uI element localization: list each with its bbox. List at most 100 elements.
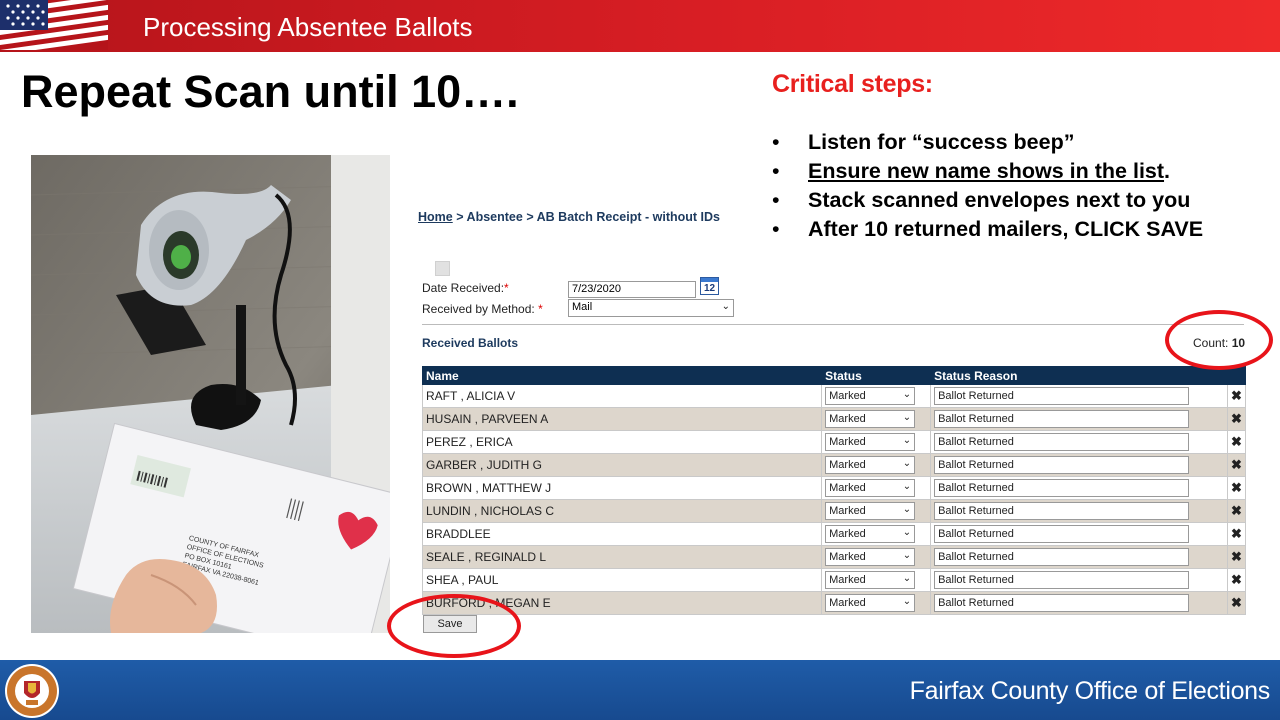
- table-row: GARBER , JUDITH G Marked ⌄ Ballot Returned ✖: [421, 453, 1247, 477]
- delete-row-icon[interactable]: ✖: [1226, 476, 1247, 500]
- status-reason-cell: Ballot Returned: [930, 476, 1228, 500]
- status-reason-input[interactable]: Ballot Returned: [934, 479, 1190, 497]
- voter-name-cell: HUSAIN , PARVEEN A: [421, 407, 823, 431]
- table-row: BURFORD , MEGAN E Marked ⌄ Ballot Returned ✖: [421, 591, 1247, 615]
- chevron-down-icon: ⌄: [902, 481, 912, 492]
- chevron-down-icon: ⌄: [721, 301, 730, 312]
- status-select[interactable]: Marked ⌄: [825, 502, 916, 520]
- table-row: LUNDIN , NICHOLAS C Marked ⌄ Ballot Returne…: [421, 499, 1247, 523]
- status-reason-input[interactable]: Ballot Returned: [934, 456, 1190, 474]
- voter-name-cell: BROWN , MATTHEW J: [421, 476, 823, 500]
- status-reason-input[interactable]: Ballot Returned: [934, 410, 1190, 428]
- status-cell: Marked ⌄: [821, 545, 932, 569]
- footer-org-name: Fairfax County Office of Elections: [909, 677, 1271, 705]
- status-select[interactable]: Marked ⌄: [825, 571, 916, 589]
- status-reason-cell: Ballot Returned: [930, 545, 1228, 569]
- count-highlight-circle: [1165, 310, 1273, 370]
- delete-row-icon[interactable]: ✖: [1226, 407, 1247, 431]
- status-reason-input[interactable]: Ballot Returned: [934, 571, 1190, 589]
- table-row: HUSAIN , PARVEEN A Marked ⌄ Ballot Returned…: [421, 407, 1247, 431]
- chevron-down-icon: ⌄: [902, 596, 912, 607]
- status-reason-cell: Ballot Returned: [930, 407, 1228, 431]
- received-by-method-label: Received by Method: *: [422, 302, 543, 316]
- status-select[interactable]: Marked ⌄: [825, 456, 916, 474]
- status-cell: Marked ⌄: [821, 384, 932, 408]
- table-row: PEREZ , ERICA Marked ⌄ Ballot Returned ✖: [421, 430, 1247, 454]
- scanner-envelope-photo: COUNTY OF FAIRFAX OFFICE OF ELECTIONS PO…: [31, 155, 390, 633]
- status-reason-input[interactable]: Ballot Returned: [934, 502, 1190, 520]
- status-reason-cell: Ballot Returned: [930, 430, 1228, 454]
- status-select[interactable]: Marked ⌄: [825, 525, 916, 543]
- status-reason-input[interactable]: Ballot Returned: [934, 594, 1190, 612]
- table-row: BROWN , MATTHEW J Marked ⌄ Ballot Returned ✖: [421, 476, 1247, 500]
- status-select[interactable]: Marked ⌄: [825, 548, 916, 566]
- delete-row-icon[interactable]: ✖: [1226, 522, 1247, 546]
- status-reason-input[interactable]: Ballot Returned: [934, 548, 1190, 566]
- delete-row-icon[interactable]: ✖: [1226, 545, 1247, 569]
- table-row: RAFT , ALICIA V Marked ⌄ Ballot Returned ✖: [421, 384, 1247, 408]
- status-select[interactable]: Marked ⌄: [825, 479, 916, 497]
- chevron-down-icon: ⌄: [902, 504, 912, 515]
- status-reason-input[interactable]: Ballot Returned: [934, 433, 1190, 451]
- status-reason-cell: Ballot Returned: [930, 384, 1228, 408]
- status-reason-cell: Ballot Returned: [930, 499, 1228, 523]
- status-reason-cell: Ballot Returned: [930, 453, 1228, 477]
- calendar-icon[interactable]: 12: [700, 277, 719, 295]
- chevron-down-icon: ⌄: [902, 412, 912, 423]
- step-item: Stack scanned envelopes next to you: [772, 186, 1203, 215]
- voter-name-cell: GARBER , JUDITH G: [421, 453, 823, 477]
- critical-steps-title: Critical steps:: [772, 70, 933, 98]
- delete-row-icon[interactable]: ✖: [1226, 430, 1247, 454]
- delete-row-icon[interactable]: ✖: [1226, 568, 1247, 592]
- status-cell: Marked ⌄: [821, 407, 932, 431]
- chevron-down-icon: ⌄: [902, 435, 912, 446]
- voter-name-cell: LUNDIN , NICHOLAS C: [421, 499, 823, 523]
- delete-row-icon[interactable]: ✖: [1226, 384, 1247, 408]
- status-cell: Marked ⌄: [821, 499, 932, 523]
- step-underlined-text: Ensure new name shows in the list: [808, 159, 1165, 183]
- chevron-down-icon: ⌄: [902, 527, 912, 538]
- delete-row-icon[interactable]: ✖: [1226, 591, 1247, 615]
- status-cell: Marked ⌄: [821, 522, 932, 546]
- received-ballots-title: Received Ballots: [422, 336, 519, 350]
- table-row: BRADDLEE Marked ⌄ Ballot Returned ✖: [421, 522, 1247, 546]
- breadcrumb: Home > Absentee > AB Batch Receipt - wit…: [418, 210, 720, 224]
- status-reason-input[interactable]: Ballot Returned: [934, 525, 1190, 543]
- breadcrumb-absentee[interactable]: Absentee: [467, 210, 523, 224]
- slide-title: Repeat Scan until 10….: [21, 66, 519, 117]
- american-flag-icon: [0, 0, 108, 50]
- step-item: Listen for “success beep”: [772, 128, 1203, 157]
- status-cell: Marked ⌄: [821, 591, 932, 615]
- chevron-down-icon: ⌄: [902, 573, 912, 584]
- status-cell: Marked ⌄: [821, 568, 932, 592]
- status-select[interactable]: Marked ⌄: [825, 387, 916, 405]
- save-highlight-circle: [387, 594, 521, 658]
- voter-name-cell: RAFT , ALICIA V: [421, 384, 823, 408]
- checkbox[interactable]: [435, 261, 450, 276]
- step-item: Ensure new name shows in the list.: [772, 157, 1203, 186]
- column-header-name: Name: [421, 366, 823, 385]
- voter-name-cell: SHEA , PAUL: [421, 568, 823, 592]
- status-cell: Marked ⌄: [821, 430, 932, 454]
- voter-name-cell: SEALE , REGINALD L: [421, 545, 823, 569]
- breadcrumb-home-link[interactable]: Home: [418, 210, 453, 224]
- received-by-method-select[interactable]: Mail ⌄: [568, 299, 734, 317]
- status-select[interactable]: Marked ⌄: [825, 594, 916, 612]
- chevron-down-icon: ⌄: [902, 550, 912, 561]
- slide-header-title: Processing Absentee Ballots: [143, 12, 473, 42]
- voter-name-cell: BRADDLEE: [421, 522, 823, 546]
- status-select[interactable]: Marked ⌄: [825, 410, 916, 428]
- status-cell: Marked ⌄: [821, 476, 932, 500]
- delete-row-icon[interactable]: ✖: [1226, 499, 1247, 523]
- date-received-input[interactable]: 7/23/2020: [568, 281, 696, 298]
- status-reason-cell: Ballot Returned: [930, 591, 1228, 615]
- status-select[interactable]: Marked ⌄: [825, 433, 916, 451]
- delete-row-icon[interactable]: ✖: [1226, 453, 1247, 477]
- table-row: SHEA , PAUL Marked ⌄ Ballot Returned ✖: [421, 568, 1247, 592]
- table-row: SEALE , REGINALD L Marked ⌄ Ballot Returned…: [421, 545, 1247, 569]
- chevron-down-icon: ⌄: [902, 458, 912, 469]
- status-reason-input[interactable]: Ballot Returned: [934, 387, 1190, 405]
- status-reason-cell: Ballot Returned: [930, 522, 1228, 546]
- divider: [422, 324, 1244, 325]
- status-cell: Marked ⌄: [821, 453, 932, 477]
